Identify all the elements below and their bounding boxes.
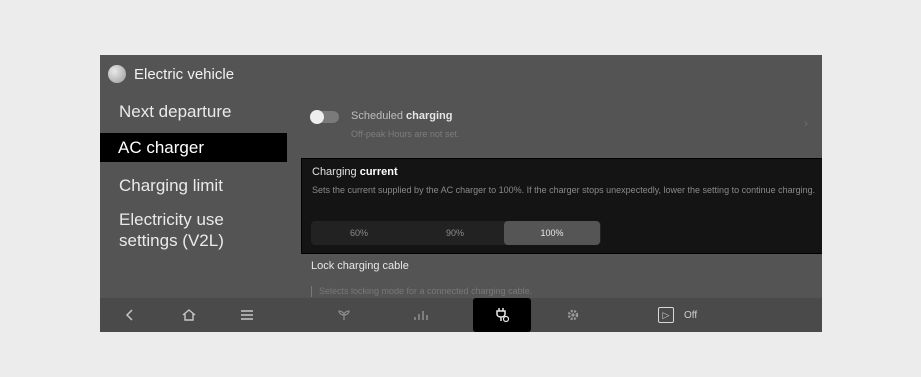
header: Electric vehicle	[108, 64, 234, 84]
play-icon: ▷	[658, 307, 674, 323]
eco-icon[interactable]	[333, 298, 355, 332]
sidebar-item-charging-limit[interactable]: Charging limit	[119, 175, 223, 196]
scheduled-charging-title: Scheduled charging	[351, 110, 453, 122]
scheduled-charging-subtitle: Off-peak Hours are not set.	[351, 129, 460, 139]
sidebar-item-electricity-use-v2l[interactable]: Electricity use settings (V2L)	[119, 209, 224, 251]
ev-settings-screen: Electric vehicle Next departure AC charg…	[100, 55, 822, 332]
page-title: Electric vehicle	[134, 65, 235, 83]
scheduled-charging-toggle[interactable]	[310, 110, 339, 124]
charging-current-description: Sets the current supplied by the AC char…	[312, 185, 816, 195]
lock-charging-cable-subtitle: Selects locking mode for a connected cha…	[311, 286, 532, 297]
bottom-navbar: ▷ Off	[100, 298, 822, 332]
charging-current-selector: 60% 90% 100%	[311, 221, 601, 245]
sidebar-item-next-departure[interactable]: Next departure	[119, 101, 231, 122]
home-icon[interactable]	[178, 298, 200, 332]
charging-current-title: Charging current	[312, 166, 398, 178]
play-status-button[interactable]: ▷ Off	[658, 298, 728, 332]
option-60[interactable]: 60%	[311, 221, 407, 245]
energy-bars-icon[interactable]	[409, 298, 433, 332]
chevron-right-icon[interactable]: ›	[804, 116, 808, 130]
option-90[interactable]: 90%	[407, 221, 503, 245]
menu-icon[interactable]	[236, 298, 258, 332]
electric-vehicle-icon	[108, 65, 126, 83]
back-icon[interactable]	[120, 298, 140, 332]
play-status-label: Off	[684, 309, 698, 321]
lock-charging-cable-title[interactable]: Lock charging cable	[311, 260, 409, 272]
ev-charging-plug-icon[interactable]	[473, 298, 531, 332]
charging-current-panel: Charging current Sets the current suppli…	[302, 159, 822, 253]
sidebar-item-ac-charger[interactable]: AC charger	[100, 133, 287, 162]
gear-icon[interactable]	[562, 298, 584, 332]
option-100[interactable]: 100%	[504, 221, 600, 245]
